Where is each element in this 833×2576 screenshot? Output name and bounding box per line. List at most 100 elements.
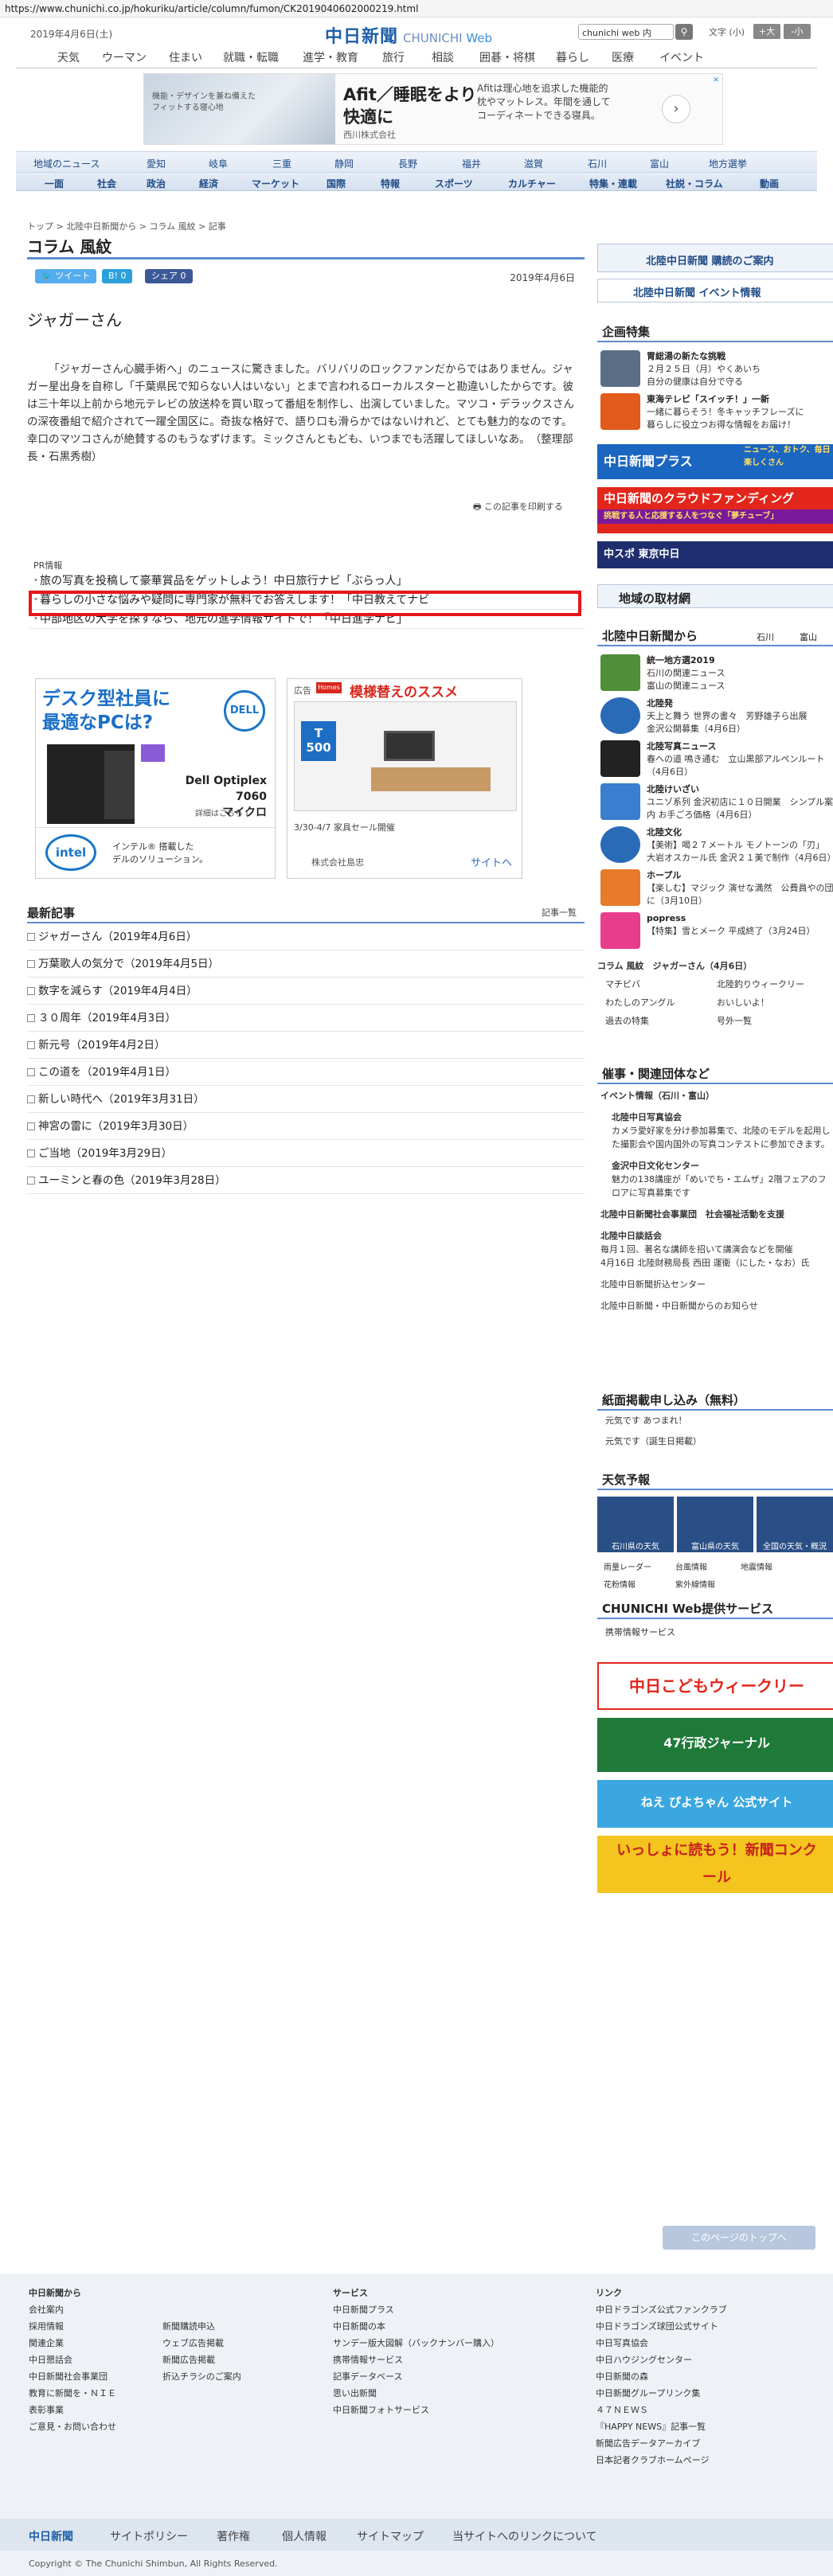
footer-link[interactable]: 新聞広告掲載 (162, 2352, 241, 2368)
section-nav-item[interactable]: 社会 (97, 177, 116, 190)
footer-link[interactable]: 新聞広告データアーカイブ (596, 2435, 727, 2452)
breadcrumb[interactable]: トップ > 北陸中日新聞から > コラム 風紋 > 記事 (27, 220, 226, 232)
event-link[interactable]: 北陸中日談話会 (600, 1229, 833, 1243)
region-nav-item[interactable]: 愛知 (147, 157, 166, 170)
footer-bar-link[interactable]: 個人情報 (282, 2528, 327, 2544)
footer-link[interactable]: 折込チラシのご案内 (162, 2368, 241, 2385)
section-nav-item[interactable]: カルチャー (508, 177, 556, 190)
link-ishikawa[interactable]: 石川 (757, 630, 774, 643)
from-item[interactable]: ホープル 【楽しむ】マジック 演せな満然 公費員やの団に（3月10日） (597, 866, 833, 909)
section-nav-item[interactable]: 経済 (199, 177, 218, 190)
piyochan-banner[interactable]: ねえ ぴよちゃん 公式サイト (597, 1780, 833, 1828)
footer-link[interactable]: 教育に新聞を・ＮＩＥ (29, 2385, 116, 2402)
feature-item[interactable]: 胃総湯の新たな挑戦 ２月２５日（月）やくあいち 自分の健康は自分で守る (597, 347, 833, 390)
list-item[interactable]: 万葉歌人の気分で（2019年4月5日） (27, 950, 585, 978)
pr-link[interactable]: 旅の写真を投稿して豪華賞品をゲットしよう！中日旅行ナビ「ぶらっ人」 (30, 572, 585, 591)
event-link[interactable]: 北陸中日新聞折込センター (600, 1278, 833, 1291)
gnav-item[interactable]: 囲碁・将棋 (479, 49, 535, 65)
footer-bar-link[interactable]: サイトマップ (357, 2528, 424, 2544)
event-link[interactable]: イベント情報（石川・富山） (600, 1089, 833, 1103)
list-item[interactable]: 新しい時代へ（2019年3月31日） (27, 1086, 585, 1113)
footer-link[interactable]: 中日新聞社会事業団 (29, 2368, 116, 2385)
footer-bar-link[interactable]: 当サイトへのリンクについて (452, 2528, 597, 2544)
weather-link[interactable]: 雨量レーダー (604, 1560, 651, 1572)
from-item[interactable]: 北陸文化 【美術】喝２７メートル モノトーンの「刃」 大岩オスカール氏 金沢２１美… (597, 823, 833, 866)
section-nav-item[interactable]: 政治 (147, 177, 166, 190)
list-item[interactable]: この道を（2019年4月1日） (27, 1059, 585, 1086)
from-item[interactable]: 北陸発 天上と舞う 世界の書々 芳野雄子ら出展 金沢公開募集（4月6日） (597, 694, 833, 737)
address-bar[interactable]: https://www.chunichi.co.jp/hokuriku/arti… (0, 0, 833, 18)
footer-link[interactable]: 新聞購読申込 (162, 2318, 241, 2335)
region-nav-item[interactable]: 岐阜 (209, 157, 228, 170)
print-link[interactable]: 🖶 この記事を印刷する (473, 500, 563, 515)
gnav-item[interactable]: イベント (659, 49, 704, 65)
weather-tile-toyama[interactable]: 富山県の天気 (677, 1497, 753, 1552)
weather-link[interactable]: 紫外線情報 (675, 1578, 715, 1590)
weather-tile-ishikawa[interactable]: 石川県の天気 (597, 1497, 674, 1552)
from-item[interactable]: 統一地方選2019 石川の関連ニュース 富山の関連ニュース (597, 651, 833, 694)
footer-link[interactable]: ご意見・お問い合わせ (29, 2418, 116, 2435)
top-ad-banner[interactable]: 機能・デザインを兼ね備えた フィットする寝心地 Afit／睡眠をより 快適に 西… (16, 73, 817, 150)
article-list-link[interactable]: 記事一覧 (542, 906, 577, 919)
link-toyama[interactable]: 富山 (800, 630, 817, 643)
site-link[interactable]: サイトへ (471, 854, 512, 869)
list-item[interactable]: 神宮の雷に（2019年3月30日） (27, 1113, 585, 1140)
gnav-item[interactable]: ウーマン (102, 49, 147, 65)
footer-link[interactable]: 中日新聞プラス (333, 2301, 499, 2318)
region-nav-item[interactable]: 滋賀 (524, 157, 543, 170)
side-link[interactable]: マチビバ (605, 975, 640, 993)
footer-link[interactable]: 中日新聞の森 (596, 2368, 727, 2385)
hatena-button[interactable]: B! 0 (102, 269, 133, 283)
search-icon[interactable]: ⚲ (675, 24, 693, 40)
section-nav-item[interactable]: 国際 (327, 177, 346, 190)
section-nav-item[interactable]: スポーツ (435, 177, 473, 190)
font-large-button[interactable]: +大 (753, 24, 780, 39)
footer-link[interactable]: 中日新聞フォトサービス (333, 2402, 499, 2418)
footer-link[interactable]: 中日ハウジングセンター (596, 2352, 727, 2368)
footer-link[interactable]: 中日ドラゴンズ公式ファンクラブ (596, 2301, 727, 2318)
list-item[interactable]: ユーミンと春の色（2019年3月28日） (27, 1167, 585, 1194)
gnav-item[interactable]: 住まい (169, 49, 202, 65)
gnav-item[interactable]: 進学・教育 (303, 49, 358, 65)
furniture-image[interactable]: T 500 (294, 701, 517, 811)
footer-bar-link[interactable]: 著作権 (217, 2528, 250, 2544)
subscribe-banner[interactable]: 北陸中日新聞 購読のご案内 (597, 244, 833, 272)
weather-link[interactable]: 台風情報 (675, 1560, 707, 1572)
region-nav-item[interactable]: 長野 (398, 157, 417, 170)
gnav-item[interactable]: 就職・転職 (223, 49, 279, 65)
footer-link[interactable]: 採用情報 (29, 2318, 116, 2335)
footer-link[interactable]: 記事データベース (333, 2368, 499, 2385)
ad-headline[interactable]: Afit／睡眠をより 快適に (343, 84, 476, 128)
events-banner[interactable]: 北陸中日新聞 イベント情報 (597, 279, 833, 302)
section-nav-item[interactable]: 特集・連載 (589, 177, 637, 190)
weather-link[interactable]: 地震情報 (741, 1560, 772, 1572)
gnav-item[interactable]: 相談 (432, 49, 454, 65)
service-link[interactable]: 携帯情報サービス (597, 1619, 833, 1659)
paper-link[interactable]: 元気です あつまれ！ (605, 1411, 833, 1431)
region-nav-item[interactable]: 富山 (650, 157, 669, 170)
gnav-item[interactable]: 旅行 (382, 49, 405, 65)
chunichi-sports-banner[interactable]: 中スポ 東京中日 (597, 541, 833, 568)
footer-link[interactable]: 日本記者クラブホームページ (596, 2452, 727, 2469)
footer-link[interactable]: ４７ＮＥＷＳ (596, 2402, 727, 2418)
site-logo[interactable]: 中日新聞 CHUNICHI Web (325, 22, 492, 48)
feature-item[interactable]: 東海テレビ「スイッチ！」一新 一緒に暮らそう！冬キャッチフレーズに 暮らしに役立つ… (597, 390, 833, 433)
list-item[interactable]: 新元号（2019年4月2日） (27, 1032, 585, 1059)
ad-close-icon[interactable]: ✕ (711, 76, 721, 85)
region-nav-item[interactable]: 三重 (272, 157, 291, 170)
footer-link[interactable]: 中日懇話会 (29, 2352, 116, 2368)
chevron-right-icon[interactable]: › (662, 95, 690, 123)
side-link[interactable]: 過去の特集 (605, 1012, 649, 1030)
paper-link[interactable]: 元気です（誕生日掲載） (605, 1431, 833, 1452)
facebook-share-button[interactable]: シェア 0 (145, 269, 193, 283)
list-item[interactable]: ３０周年（2019年4月3日） (27, 1005, 585, 1032)
gnav-item[interactable]: 天気 (57, 49, 80, 65)
furniture-ad[interactable]: 広告 Homes 模様替えのススメ T 500 3/30-4/7 家具セール開催… (287, 678, 522, 879)
ad-box[interactable]: 機能・デザインを兼ね備えた フィットする寝心地 Afit／睡眠をより 快適に 西… (143, 73, 723, 145)
weather-tile-national[interactable]: 全国の天気・概況 (757, 1497, 833, 1552)
footer-link[interactable]: 『HAPPY NEWS』記事一覧 (596, 2418, 727, 2435)
footer-link[interactable]: 中日新聞の本 (333, 2318, 499, 2335)
event-link[interactable]: 北陸中日新聞社会事業団 社会福祉活動を支援 (600, 1208, 833, 1221)
event-link[interactable]: 北陸中日新聞・中日新聞からのお知らせ (600, 1299, 833, 1313)
list-item[interactable]: ご当地（2019年3月29日） (27, 1140, 585, 1167)
